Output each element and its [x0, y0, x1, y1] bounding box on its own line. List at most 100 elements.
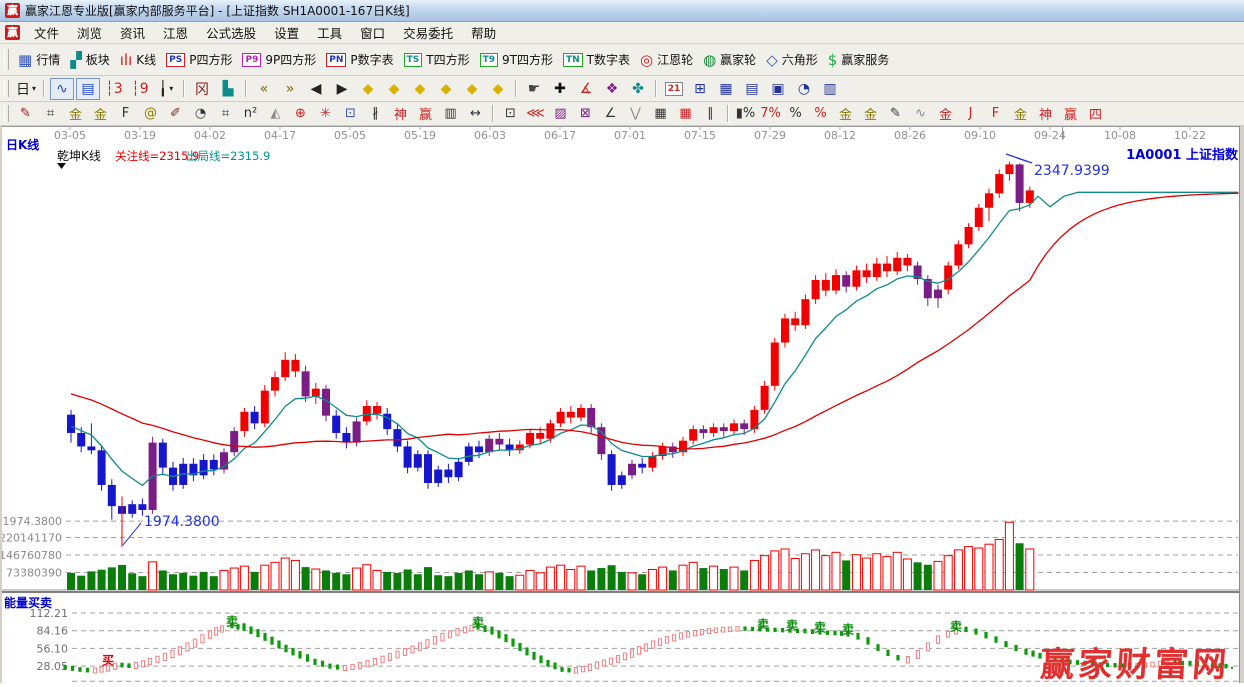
marker-pen-tool-button[interactable]: ✐ [164, 104, 187, 124]
menu-item-5[interactable]: 设置 [265, 21, 308, 44]
kline-button[interactable]: ılı K线 [120, 51, 156, 68]
n-square-tool-button[interactable]: n² [239, 104, 262, 124]
mini-bars-3-icon[interactable]: ┆3 [102, 78, 126, 100]
data-table-button[interactable]: ▦ [714, 78, 738, 100]
menu-item-0[interactable]: 文件 [25, 21, 68, 44]
dense-grid-b-tool-button[interactable]: ▦ [674, 104, 697, 124]
hand-tool-button[interactable]: ☛ [522, 78, 546, 100]
save-button[interactable]: ▣ [766, 78, 790, 100]
gold-angle-tool-button[interactable]: 金 [1009, 104, 1032, 124]
menu-item-8[interactable]: 交易委托 [394, 21, 462, 44]
mirror-angle-tool-button[interactable]: ◭ [264, 104, 287, 124]
period-day-dropdown-button[interactable]: 日 ▾ [14, 78, 38, 100]
first-bar-button[interactable]: « [252, 78, 276, 100]
mini-bars-9-icon[interactable]: ┆9 [128, 78, 152, 100]
scroll-left-diamond-button[interactable]: ◆ [356, 78, 380, 100]
p9-square-button[interactable]: P9 9P四方形 [242, 51, 316, 68]
kk-lines-tool-button[interactable]: ∦ [364, 104, 387, 124]
t9-square-button[interactable]: T9 9T四方形 [479, 51, 553, 68]
candle-style-dropdown-button[interactable]: ╽ ▾ [154, 78, 178, 100]
gold-bar-tool-button[interactable]: 金 [859, 104, 882, 124]
calendar-button[interactable]: 21 [662, 78, 686, 100]
gann-frame-tool-button[interactable]: ⊠ [574, 104, 597, 124]
menu-item-6[interactable]: 工具 [308, 21, 351, 44]
gold-grid-b-tool-button[interactable]: 金 [89, 104, 112, 124]
notepad-button[interactable]: ▤ [740, 78, 764, 100]
calculator-button[interactable]: ⊞ [688, 78, 712, 100]
small-wave-tool-button[interactable]: ∿ [909, 104, 932, 124]
shen-angle-tool-button[interactable]: 神 [1034, 104, 1057, 124]
notes-panel-icon[interactable]: ▤ [76, 77, 100, 100]
toolbar-grip[interactable] [4, 48, 9, 71]
grid-lines-tool-button[interactable]: ⌗ [39, 104, 62, 124]
gann-wheel-button[interactable]: ◎ 江恩轮 [640, 51, 693, 68]
pencil-tool-button[interactable]: ✎ [14, 104, 37, 124]
scroll-right-diamond-button[interactable]: ◆ [382, 78, 406, 100]
t-number-table-button[interactable]: TN T数字表 [562, 51, 630, 68]
gold-circle-tool-button[interactable]: 金 [834, 104, 857, 124]
kline-chart-canvas[interactable]: 03-05 03-19 04-02 04-17 05-05 05-19 06-03 06-17… [0, 126, 1244, 685]
winner-wheel-button[interactable]: ◍ 赢家轮 [703, 51, 756, 68]
print-button[interactable]: ▥ [818, 78, 842, 100]
menu-item-1[interactable]: 浏览 [68, 21, 111, 44]
compress-diamond-button[interactable]: ◆ [460, 78, 484, 100]
volume-percent-tool-button[interactable]: ▮% [734, 104, 757, 124]
p-square-button[interactable]: PS P四方形 [166, 51, 232, 68]
winner-service-button[interactable]: $ 赢家服务 [828, 51, 890, 68]
zoom-out-diamond-button[interactable]: ◆ [408, 78, 432, 100]
last-bar-button[interactable]: » [278, 78, 302, 100]
toolbar-grip[interactable] [4, 105, 9, 122]
t-square-button[interactable]: TS T四方形 [403, 51, 470, 68]
menu-item-2[interactable]: 资讯 [111, 21, 154, 44]
width-measure-tool-button[interactable]: ↔ [464, 104, 487, 124]
shen-grid-tool-button[interactable]: 神 [389, 104, 412, 124]
angle-measure-button[interactable]: ∡ [574, 78, 598, 100]
menu-item-9[interactable]: 帮助 [462, 21, 505, 44]
percent-line-tool-button[interactable]: % [809, 104, 832, 124]
cycle-tool-button[interactable]: ✤ [626, 78, 650, 100]
fan-rays-tool-button[interactable]: ⋘ [524, 104, 547, 124]
parallel-lines-tool-button[interactable]: ∥ [699, 104, 722, 124]
candle-pen-tool-button[interactable]: ✎ [884, 104, 907, 124]
prev-bar-button[interactable]: ◀ [304, 78, 328, 100]
profile-chart-icon[interactable]: ▙ [216, 78, 240, 100]
toolbar-grip[interactable] [4, 79, 9, 98]
p-number-table-button[interactable]: PN P数字表 [326, 51, 394, 68]
trend-angle-tool-button[interactable]: ∠ [599, 104, 622, 124]
price-grid-tool-button[interactable]: ⌗ [214, 104, 237, 124]
menu-item-4[interactable]: 公式选股 [197, 21, 265, 44]
f-angle-tool-button[interactable]: F [984, 104, 1007, 124]
spiral-tool-button[interactable]: @ [139, 104, 162, 124]
fan-box-tool-button[interactable]: ▨ [549, 104, 572, 124]
quotes-button[interactable]: ▦ 行情 [18, 51, 60, 68]
four-angle-tool-button[interactable]: 四 [1084, 104, 1107, 124]
expand-diamond-button[interactable]: ◆ [486, 78, 510, 100]
ruler-123-tool-button[interactable]: ▥ [439, 104, 462, 124]
sectors-button[interactable]: ▞ 板块 [70, 51, 110, 68]
win-grid-tool-button[interactable]: 赢 [414, 104, 437, 124]
zoom-in-diamond-button[interactable]: ◆ [434, 78, 458, 100]
gann-rose-button[interactable]: ❖ [600, 78, 624, 100]
gold-red-tool-button[interactable]: 金 [934, 104, 957, 124]
time-circle-tool-button[interactable]: ◔ [189, 104, 212, 124]
dense-grid-a-tool-button[interactable]: ▦ [649, 104, 672, 124]
frame-tool-button[interactable]: ⊡ [499, 104, 522, 124]
f-grid-tool-button[interactable]: F [114, 104, 137, 124]
percent-tool-button[interactable]: % [784, 104, 807, 124]
gold-grid-a-tool-button[interactable]: 金 [64, 104, 87, 124]
j-angle-tool-button[interactable]: J [959, 104, 982, 124]
gann-box-icon[interactable]: 冈 [190, 78, 214, 100]
zigzag-tool-button[interactable]: ⋁ [624, 104, 647, 124]
wave-chart-icon[interactable]: ∿ [50, 77, 74, 100]
next-bar-button[interactable]: ▶ [330, 78, 354, 100]
clock-button[interactable]: ◔ [792, 78, 816, 100]
target-grid-tool-button[interactable]: ⊡ [339, 104, 362, 124]
win-angle-tool-button[interactable]: 赢 [1059, 104, 1082, 124]
target-cross-tool-button[interactable]: ⊕ [289, 104, 312, 124]
crosshair-tool-button[interactable]: ✚ [548, 78, 572, 100]
chart-region[interactable]: 03-05 03-19 04-02 04-17 05-05 05-19 06-03 06-17… [0, 126, 1244, 685]
hexagon-button[interactable]: ◇ 六角形 [766, 51, 818, 68]
menu-item-3[interactable]: 江恩 [154, 21, 197, 44]
menu-item-7[interactable]: 窗口 [351, 21, 394, 44]
target-burst-tool-button[interactable]: ✳ [314, 104, 337, 124]
